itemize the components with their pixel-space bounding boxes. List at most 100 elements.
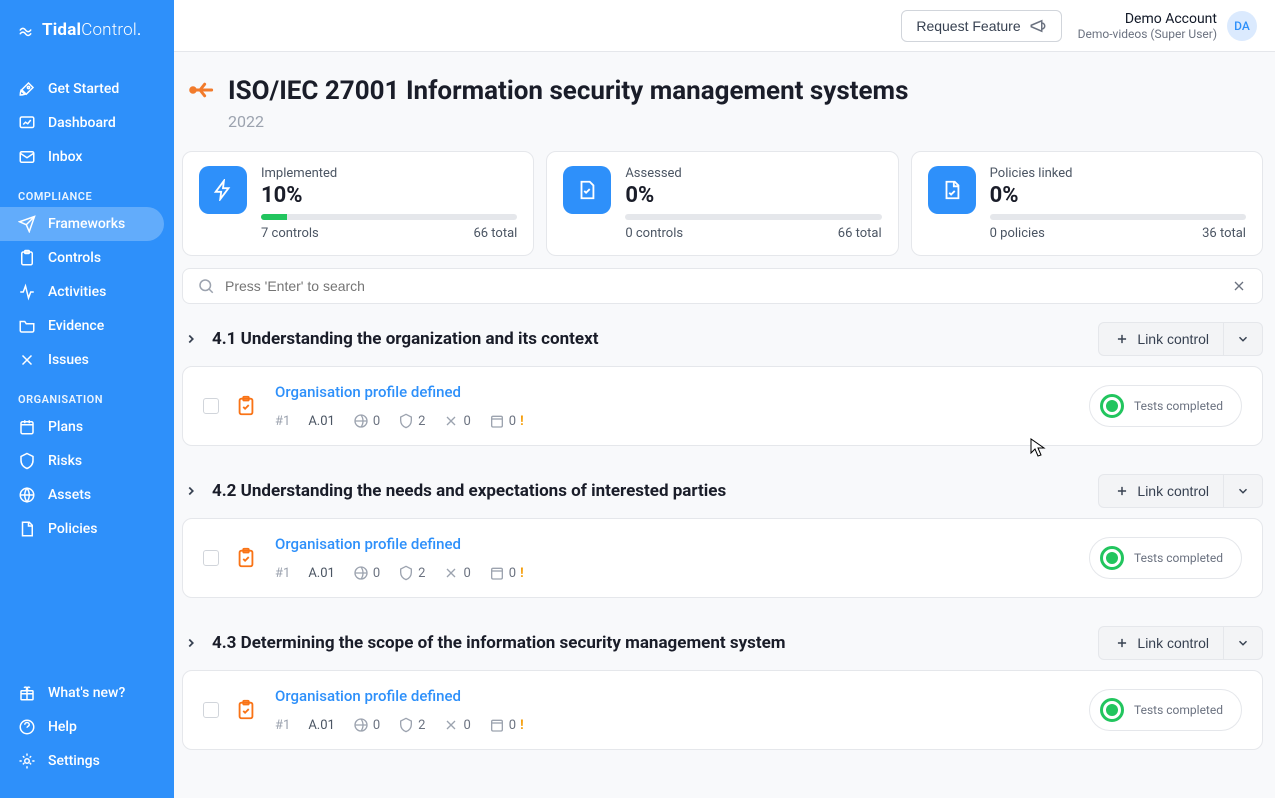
control-name-link[interactable]: Organisation profile defined [275,383,1073,401]
activity-icon [18,283,36,301]
logo-light: Control [81,20,137,40]
tests-completed-label: Tests completed [1134,551,1223,565]
sidebar-item-activities[interactable]: Activities [0,275,174,309]
meta-shield: 2 [398,413,425,429]
folder-icon [18,317,36,335]
meta-shield: 2 [398,717,425,733]
close-icon[interactable] [1230,277,1248,295]
stat-left: 0 controls [625,226,683,241]
sidebar-item-frameworks[interactable]: Frameworks [0,207,164,241]
nav-label: Evidence [48,318,104,334]
sidebar-item-settings[interactable]: Settings [0,744,174,778]
plus-icon [1113,634,1131,652]
meta-globe: 0 [353,565,380,581]
doc-icon [18,520,36,538]
search-bar [182,268,1263,304]
stat-value: 0% [625,183,881,208]
tests-completed-chip[interactable]: Tests completed [1089,385,1242,427]
section-title: 4.2 Understanding the needs and expectat… [212,481,726,501]
chevron-down-icon [1234,330,1252,348]
stat-label: Assessed [625,166,881,181]
nav-label: Issues [48,352,89,368]
nav-section-compliance: COMPLIANCE [0,186,174,207]
send-icon [18,215,36,233]
control-name-link[interactable]: Organisation profile defined [275,687,1073,705]
chevron-down-icon [1234,482,1252,500]
chevron-right-icon [182,634,200,652]
logo-icon [18,21,36,39]
account-menu[interactable]: Demo Account Demo-videos (Super User) DA [1078,11,1257,41]
control-name-link[interactable]: Organisation profile defined [275,535,1073,553]
sidebar-item-whats-new[interactable]: What's new? [0,676,174,710]
link-control-dropdown[interactable] [1224,474,1263,508]
clipboard-check-icon [235,547,257,569]
nav-label: Inbox [48,149,82,165]
meta-tools: 0 [443,565,470,581]
stat-right: 66 total [838,226,882,241]
sidebar-item-help[interactable]: Help [0,710,174,744]
dashboard-icon [18,114,36,132]
sidebar-item-assets[interactable]: Assets [0,478,174,512]
stat-implemented: Implemented 10% 7 controls 66 total [182,151,534,256]
tests-completed-label: Tests completed [1134,399,1223,413]
checkbox[interactable] [203,702,219,718]
request-feature-button[interactable]: Request Feature [901,10,1061,42]
checkbox[interactable] [203,398,219,414]
sidebar-item-inbox[interactable]: Inbox [0,140,174,174]
tests-completed-chip[interactable]: Tests completed [1089,689,1242,731]
search-input[interactable] [225,278,1220,294]
sidebar-item-risks[interactable]: Risks [0,444,174,478]
rocket-icon [18,80,36,98]
stat-right: 66 total [473,226,517,241]
nav-label: Controls [48,250,101,266]
link-control-label: Link control [1137,635,1209,651]
nav-label: Activities [48,284,106,300]
status-dot-icon [1100,698,1124,722]
nav-label: Help [48,719,77,735]
sidebar-item-get-started[interactable]: Get Started [0,72,174,106]
stat-left: 7 controls [261,226,319,241]
account-role: Demo-videos (Super User) [1078,27,1217,41]
section-toggle[interactable]: 4.3 Determining the scope of the informa… [182,633,786,653]
plus-icon [1113,482,1131,500]
link-control-dropdown[interactable] [1224,626,1263,660]
section-toggle[interactable]: 4.1 Understanding the organization and i… [182,329,599,349]
sidebar-item-policies[interactable]: Policies [0,512,174,546]
chevron-right-icon [182,330,200,348]
logo-bold: Tidal [42,20,81,40]
sidebar-item-issues[interactable]: Issues [0,343,174,377]
file-icon [563,166,611,214]
sidebar-item-plans[interactable]: Plans [0,410,174,444]
nav-label: Dashboard [48,115,116,131]
help-icon [18,718,36,736]
checkbox[interactable] [203,550,219,566]
tools-icon [18,351,36,369]
meta-globe: 0 [353,717,380,733]
stat-value: 0% [990,183,1246,208]
tests-completed-chip[interactable]: Tests completed [1089,537,1242,579]
link-control-button[interactable]: Link control [1098,322,1224,356]
megaphone-icon [1029,17,1047,35]
link-control-button[interactable]: Link control [1098,474,1224,508]
plus-icon [1113,330,1131,348]
status-dot-icon [1100,546,1124,570]
section-toggle[interactable]: 4.2 Understanding the needs and expectat… [182,481,726,501]
page-year: 2022 [228,112,908,131]
stat-label: Policies linked [990,166,1246,181]
link-control-button[interactable]: Link control [1098,626,1224,660]
sidebar: TidalControl. Get Started Dashboard Inbo… [0,0,174,798]
search-icon [197,277,215,295]
nav-label: Policies [48,521,98,537]
stat-left: 0 policies [990,226,1045,241]
sidebar-item-dashboard[interactable]: Dashboard [0,106,174,140]
tests-completed-label: Tests completed [1134,703,1223,717]
nav-label: Settings [48,753,100,769]
link-control-dropdown[interactable] [1224,322,1263,356]
control-id: #1 [275,414,290,429]
nav-label: Frameworks [48,216,125,232]
stat-policies: Policies linked 0% 0 policies 36 total [911,151,1263,256]
control-ref: A.01 [308,414,335,429]
sidebar-item-evidence[interactable]: Evidence [0,309,174,343]
sidebar-item-controls[interactable]: Controls [0,241,174,275]
stat-assessed: Assessed 0% 0 controls 66 total [546,151,898,256]
